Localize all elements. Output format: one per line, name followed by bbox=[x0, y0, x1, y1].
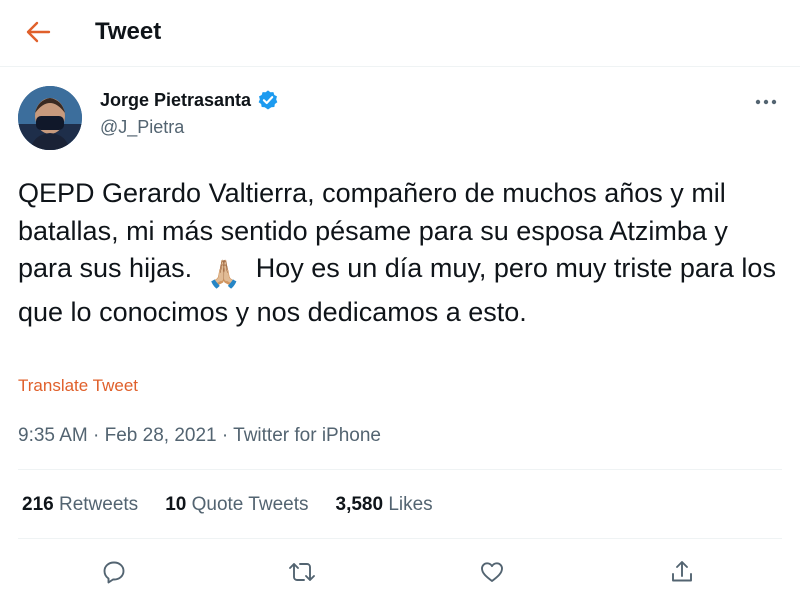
tweet-stats: 216 Retweets 10 Quote Tweets 3,580 Likes bbox=[22, 492, 433, 518]
back-arrow-icon bbox=[26, 21, 51, 43]
reply-button[interactable] bbox=[96, 554, 132, 590]
page-title: Tweet bbox=[95, 18, 162, 45]
tweet-source[interactable]: Twitter for iPhone bbox=[233, 425, 381, 446]
divider bbox=[18, 538, 782, 539]
divider bbox=[18, 469, 782, 470]
likes-stat[interactable]: 3,580 Likes bbox=[336, 492, 433, 518]
tweet-time[interactable]: 9:35 AM bbox=[18, 425, 88, 446]
stat-count: 216 bbox=[22, 494, 54, 515]
tweet-date[interactable]: Feb 28, 2021 bbox=[105, 425, 217, 446]
retweet-icon bbox=[289, 563, 315, 581]
avatar[interactable] bbox=[18, 86, 82, 150]
quote-tweets-stat[interactable]: 10 Quote Tweets bbox=[165, 492, 308, 518]
retweet-button[interactable] bbox=[284, 554, 320, 590]
stat-label: Retweets bbox=[58, 494, 139, 515]
stat-count: 3,580 bbox=[335, 494, 384, 515]
back-button[interactable] bbox=[18, 14, 58, 50]
folded-hands-emoji: 🙏🏼 bbox=[207, 259, 241, 289]
meta-separator: · bbox=[93, 425, 100, 446]
author-handle[interactable]: @J_Pietra bbox=[100, 115, 184, 139]
share-icon bbox=[672, 561, 692, 582]
share-button[interactable] bbox=[664, 554, 700, 590]
tweet-text: QEPD Gerardo Valtierra, compañero de muc… bbox=[18, 175, 788, 331]
verified-badge-icon bbox=[258, 90, 278, 110]
retweets-stat[interactable]: 216 Retweets bbox=[22, 492, 138, 518]
stat-label: Quote Tweets bbox=[191, 494, 309, 515]
more-options-button[interactable] bbox=[748, 88, 784, 116]
user-avatar-icon bbox=[18, 86, 82, 150]
meta-separator: · bbox=[221, 425, 229, 446]
author-name[interactable]: Jorge Pietrasanta bbox=[100, 88, 251, 112]
more-dots-icon bbox=[755, 99, 777, 105]
like-button[interactable] bbox=[474, 554, 510, 590]
tweet-meta: 9:35 AM · Feb 28, 2021 · Twitter for iPh… bbox=[18, 424, 381, 448]
stat-label: Likes bbox=[388, 494, 433, 515]
author-name-row: Jorge Pietrasanta bbox=[100, 88, 279, 112]
header-bar: Tweet bbox=[0, 0, 800, 67]
translate-tweet-link[interactable]: Translate Tweet bbox=[18, 376, 138, 396]
stat-count: 10 bbox=[165, 494, 187, 515]
reply-icon bbox=[103, 561, 125, 584]
like-icon bbox=[481, 562, 503, 582]
